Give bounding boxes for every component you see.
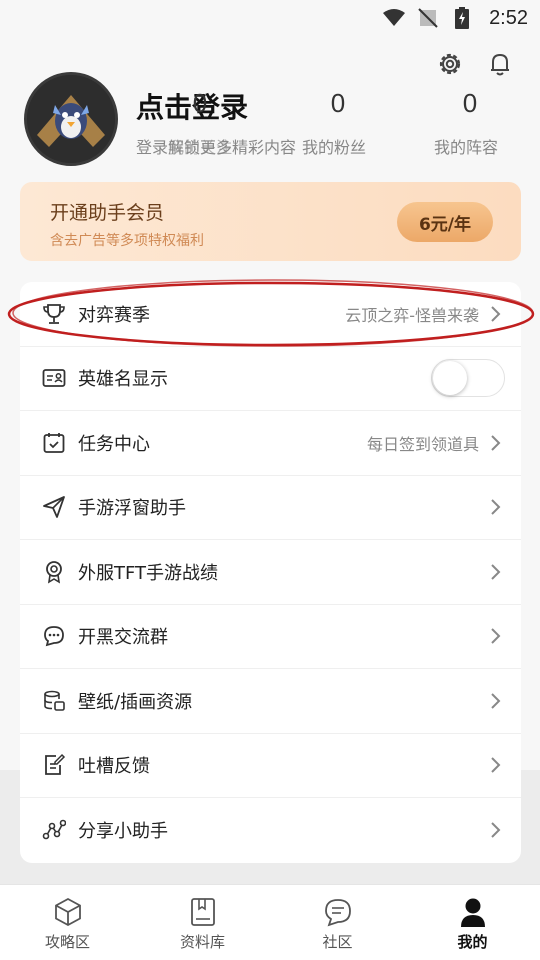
award-medal-icon [42, 560, 66, 584]
database-icon [42, 689, 66, 713]
menu-item-label: 分享小助手 [78, 821, 168, 843]
chevron-right-icon [489, 756, 501, 774]
menu-item-label: 对弈赛季 [78, 304, 150, 326]
vip-price-button[interactable]: 6元/年 [397, 202, 493, 242]
menu-item-feedback[interactable]: 吐槽反馈 [20, 734, 521, 798]
tab-guides[interactable]: 攻略区 [0, 885, 135, 960]
no-signal-icon [417, 7, 439, 29]
menu-item-share[interactable]: 分享小助手 [20, 798, 521, 863]
lineups-label: 我的阵容 [434, 138, 499, 157]
menu-item-label: 外服TFT手游战绩 [78, 562, 219, 584]
person-icon [458, 897, 488, 927]
chevron-right-icon [489, 305, 501, 323]
menu-card: 对弈赛季 云顶之弈-怪兽来袭 英雄名显示 任务中心 每日签到领道具 手游浮窗助手… [20, 282, 521, 863]
tab-label: 我的 [457, 933, 488, 951]
status-time: 2:52 [489, 6, 528, 29]
chevron-right-icon [489, 434, 501, 452]
chat-bubble-icon [42, 624, 66, 648]
wifi-icon [383, 7, 406, 29]
menu-item-season[interactable]: 对弈赛季 云顶之弈-怪兽来袭 [20, 282, 521, 347]
menu-item-label: 壁纸/插画资源 [78, 691, 193, 713]
bell-icon[interactable] [486, 50, 514, 78]
tab-mine[interactable]: 我的 [405, 885, 540, 960]
menu-item-overseas-tft[interactable]: 外服TFT手游战绩 [20, 540, 521, 605]
menu-item-tasks[interactable]: 任务中心 每日签到领道具 [20, 411, 521, 476]
menu-item-value: 云顶之弈-怪兽来袭 [345, 305, 479, 325]
chevron-right-icon [489, 692, 501, 710]
gear-icon[interactable] [436, 50, 464, 78]
followers-count[interactable]: 0 [318, 88, 358, 119]
menu-item-label: 任务中心 [78, 433, 150, 455]
tab-community[interactable]: 社区 [270, 885, 405, 960]
toggle-knob [433, 361, 467, 396]
chevron-right-icon [489, 498, 501, 516]
menu-item-hero-name: 英雄名显示 [20, 347, 521, 411]
tab-database[interactable]: 资料库 [135, 885, 270, 960]
menu-item-wallpaper[interactable]: 壁纸/插画资源 [20, 669, 521, 734]
tab-label: 攻略区 [44, 933, 90, 951]
following-label: 我的关注 [168, 138, 233, 157]
status-bar: 2:52 [0, 0, 540, 36]
vip-card[interactable]: 开通助手会员 含去广告等多项特权福利 6元/年 [20, 182, 521, 261]
menu-item-value: 每日签到领道具 [366, 434, 479, 454]
menu-item-float-window[interactable]: 手游浮窗助手 [20, 476, 521, 540]
paper-plane-icon [42, 495, 66, 519]
feedback-note-icon [42, 753, 66, 777]
vip-subtitle: 含去广告等多项特权福利 [50, 233, 204, 249]
chevron-right-icon [489, 821, 501, 839]
calendar-icon [42, 431, 66, 455]
hero-name-toggle[interactable] [431, 359, 505, 398]
chat-icon [323, 897, 353, 927]
battery-charging-icon [451, 7, 473, 29]
followers-label: 我的粉丝 [302, 138, 367, 157]
menu-item-label: 开黑交流群 [78, 627, 168, 649]
tab-label: 资料库 [179, 933, 225, 951]
cube-icon [53, 897, 83, 927]
book-icon [188, 897, 218, 927]
lineups-count[interactable]: 0 [450, 88, 490, 119]
chevron-right-icon [489, 563, 501, 581]
menu-item-label: 吐槽反馈 [78, 756, 150, 778]
trophy-icon [42, 302, 66, 326]
menu-item-group-chat[interactable]: 开黑交流群 [20, 605, 521, 669]
avatar[interactable] [24, 72, 118, 166]
tab-label: 社区 [322, 933, 353, 951]
id-card-icon [42, 366, 66, 390]
menu-item-label: 英雄名显示 [78, 369, 168, 391]
chevron-right-icon [489, 627, 501, 645]
share-nodes-icon [42, 818, 67, 842]
vip-title: 开通助手会员 [50, 202, 165, 224]
following-count[interactable]: 0 [180, 88, 220, 119]
menu-item-label: 手游浮窗助手 [78, 498, 186, 520]
bottom-navigation: 攻略区 资料库 社区 我的 [0, 884, 540, 960]
